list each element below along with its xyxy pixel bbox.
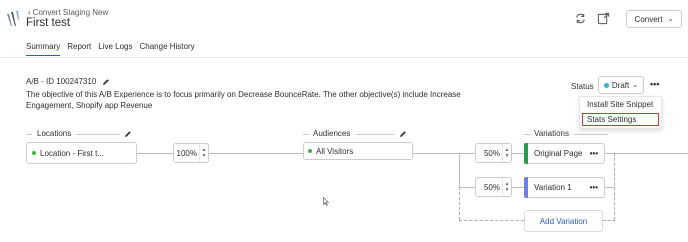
- variation-name: Variation 1: [534, 183, 572, 192]
- edit-locations-icon[interactable]: [124, 130, 132, 138]
- edit-pencil-icon[interactable]: [102, 78, 110, 86]
- location-box[interactable]: Location - First t...: [26, 142, 137, 164]
- app-logo-icon: [7, 11, 19, 26]
- more-options-icon[interactable]: •••: [590, 183, 598, 192]
- experience-id: A/B - ID 100247310: [26, 77, 97, 86]
- variations-line-right: [574, 134, 608, 135]
- audiences-line-left: [303, 134, 309, 135]
- tab-report[interactable]: Report: [67, 42, 91, 56]
- tabs-divider: [0, 57, 688, 58]
- stepper-arrows-icon[interactable]: ▲ ▼: [502, 178, 511, 196]
- tab-change-history[interactable]: Change History: [140, 42, 195, 56]
- variation-card-variation-1[interactable]: Variation 1 •••: [524, 177, 605, 198]
- locations-line-right: [76, 134, 120, 135]
- edit-audiences-icon[interactable]: [399, 130, 407, 138]
- stepper-arrows-icon[interactable]: ▲ ▼: [502, 144, 511, 162]
- connector: [459, 153, 460, 187]
- status-value: Draft: [611, 80, 630, 90]
- traffic-percent-value: 100%: [176, 148, 197, 158]
- variation-split-stepper[interactable]: 50% ▲ ▼: [475, 177, 512, 197]
- back-link-label: Convert Staging New: [32, 8, 109, 17]
- page-title: First test: [26, 17, 71, 29]
- objective-text: The objective of this A/B Experience is …: [26, 90, 461, 110]
- dashed-connector: [614, 153, 615, 220]
- preview-icon[interactable]: [597, 12, 610, 25]
- variation-split-value: 50%: [483, 182, 500, 192]
- status-dropdown[interactable]: Draft ⌄: [598, 76, 644, 94]
- connector: [512, 187, 524, 188]
- variation-split-value: 50%: [483, 148, 500, 158]
- audiences-label: Audiences: [313, 129, 351, 138]
- variation-split-stepper[interactable]: 50% ▲ ▼: [475, 143, 512, 163]
- chevron-down-icon: ⌄: [632, 82, 639, 89]
- dashed-connector: [459, 220, 524, 221]
- menu-item-stats-settings[interactable]: Stats Settings: [582, 113, 659, 126]
- stepper-arrows-icon[interactable]: ▲ ▼: [199, 144, 208, 162]
- more-options-icon[interactable]: •••: [650, 79, 659, 89]
- audience-value: All Visitors: [316, 146, 354, 156]
- variation-card-original[interactable]: Original Page •••: [524, 143, 605, 164]
- status-dot-icon: [603, 82, 609, 88]
- connector: [137, 153, 173, 154]
- status-menu: Install Site Snippet Stats Settings: [579, 96, 662, 129]
- location-status-dot-icon: [32, 151, 36, 155]
- audience-status-dot-icon: [308, 149, 312, 153]
- connector: [512, 153, 524, 154]
- back-link[interactable]: ‹ Convert Staging New: [28, 8, 108, 17]
- variation-color-bar: [524, 143, 528, 164]
- tab-summary[interactable]: Summary: [26, 42, 61, 56]
- variations-line-left: [524, 134, 530, 135]
- locations-line-left: [26, 134, 32, 135]
- locations-label: Locations: [37, 129, 72, 138]
- convert-button[interactable]: Convert ⌄: [626, 10, 682, 28]
- chevron-down-icon: ⌄: [667, 16, 674, 23]
- variations-label: Variations: [534, 129, 569, 138]
- connector: [413, 153, 459, 154]
- audiences-line-right: [356, 134, 394, 135]
- connector: [459, 153, 475, 154]
- refresh-icon[interactable]: [574, 12, 587, 25]
- convert-button-label: Convert: [634, 14, 663, 24]
- dashed-connector: [603, 220, 615, 221]
- add-variation-button[interactable]: Add Variation: [524, 210, 603, 232]
- tab-bar: Summary Report Live Logs Change History: [26, 42, 195, 56]
- chevron-left-icon: ‹: [28, 8, 31, 17]
- variation-color-bar: [524, 177, 528, 198]
- menu-item-install-site-snippet[interactable]: Install Site Snippet: [580, 97, 661, 112]
- connector: [459, 187, 475, 188]
- connector: [605, 153, 688, 154]
- location-value: Location - First t...: [40, 148, 105, 158]
- more-options-icon[interactable]: •••: [590, 149, 598, 158]
- status-label: Status: [571, 82, 594, 91]
- dashed-connector: [459, 187, 460, 220]
- tab-live-logs[interactable]: Live Logs: [98, 42, 132, 56]
- connector: [209, 153, 303, 154]
- audience-box[interactable]: All Visitors: [303, 142, 413, 160]
- traffic-percent-stepper[interactable]: 100% ▲ ▼: [173, 143, 209, 163]
- experience-id-row: A/B - ID 100247310: [26, 77, 110, 86]
- variation-name: Original Page: [534, 149, 583, 158]
- mouse-cursor-icon: [323, 197, 329, 206]
